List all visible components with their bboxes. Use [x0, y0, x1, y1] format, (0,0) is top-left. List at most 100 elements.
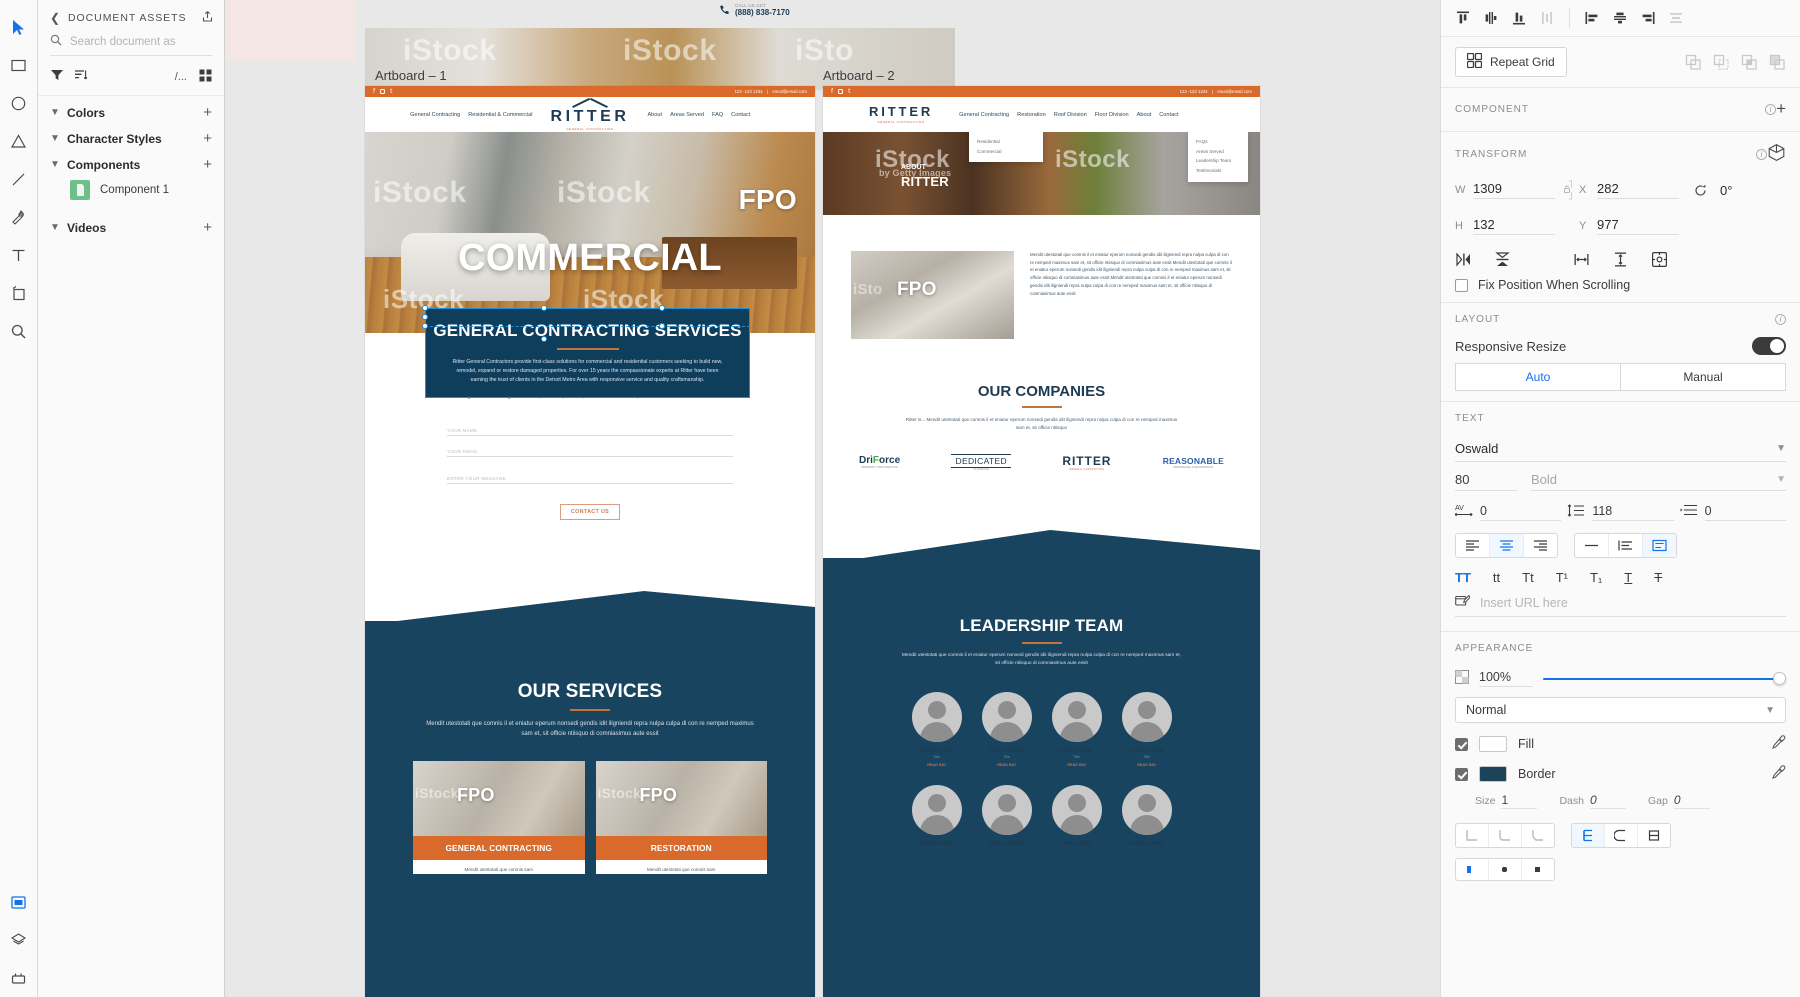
selection-handle[interactable] — [422, 305, 428, 311]
chevron-down-icon[interactable]: ▼ — [50, 107, 60, 118]
asset-group-header[interactable]: ▼ Character Styles + — [50, 131, 212, 146]
your-name-input[interactable]: YOUR NAME — [447, 421, 733, 437]
team-member[interactable]: NAME NAME Title READ BIO — [981, 692, 1032, 767]
letter-spacing-value[interactable]: 0 — [1480, 504, 1562, 521]
team-member[interactable]: NAME NAME Title READ BIO — [1051, 692, 1102, 767]
boolean-exclude-icon[interactable] — [1769, 54, 1786, 71]
instagram-icon[interactable] — [380, 89, 386, 94]
selection-handle[interactable] — [659, 323, 665, 329]
width-value[interactable]: 1309 — [1473, 181, 1555, 199]
nav-link-floor-division[interactable]: Floor Division — [1095, 112, 1129, 118]
round-join-icon[interactable] — [1489, 824, 1522, 847]
nav-link-roof-division[interactable]: Roof Division — [1054, 112, 1087, 118]
underline-icon[interactable]: T — [1624, 570, 1632, 585]
magnifier-icon[interactable] — [0, 312, 38, 350]
align-bottom-icon[interactable] — [1511, 10, 1527, 26]
nav-link-about[interactable]: About — [647, 112, 662, 118]
share-icon[interactable] — [201, 10, 214, 26]
nav-link-contact[interactable]: Contact — [1159, 112, 1178, 118]
repeat-grid-button[interactable]: Repeat Grid — [1455, 47, 1567, 77]
add-component-button[interactable]: + — [1776, 99, 1786, 119]
border-size-field[interactable]: Size 1 — [1475, 793, 1538, 809]
height-field[interactable]: H 132 — [1455, 217, 1555, 235]
border-dash-value[interactable]: 0 — [1589, 793, 1626, 809]
align-top-icon[interactable] — [1455, 10, 1471, 26]
boolean-subtract-icon[interactable] — [1713, 54, 1730, 71]
selection-handle[interactable] — [541, 336, 547, 342]
selected-text-block[interactable]: GENERAL CONTRACTING SERVICES Ritter Gene… — [425, 308, 750, 398]
chevron-down-icon[interactable]: ▼ — [50, 133, 60, 144]
company-logo-driforce[interactable]: DriForce PROPERTY RESTORATION — [859, 455, 900, 469]
dropdown-item-leadership-team[interactable]: Leadership Team — [1196, 156, 1240, 166]
opacity-slider[interactable] — [1543, 671, 1786, 687]
add-video-button[interactable]: + — [203, 220, 212, 235]
align-left-icon[interactable] — [1584, 10, 1600, 26]
boolean-add-icon[interactable] — [1685, 54, 1702, 71]
selection-handle[interactable] — [659, 305, 665, 311]
text-align-center-icon[interactable] — [1490, 534, 1524, 557]
url-input[interactable]: Insert URL here — [1480, 596, 1568, 610]
x-field[interactable]: X 282 — [1579, 181, 1679, 199]
height-value[interactable]: 132 — [1473, 217, 1555, 235]
read-bio-link[interactable]: READ BIO — [982, 763, 1032, 767]
team-member[interactable]: NAME NAME Title READ BIO — [1121, 692, 1172, 767]
3d-transform-icon[interactable] — [1767, 143, 1786, 165]
flip-horizontal-icon[interactable] — [1455, 251, 1472, 268]
subscript-icon[interactable]: T₁ — [1590, 570, 1602, 585]
text-tool[interactable] — [0, 236, 38, 274]
twitter-icon[interactable]: 𝗍 — [848, 89, 850, 95]
triangle-tool[interactable] — [0, 122, 38, 160]
lock-icon[interactable] — [1561, 179, 1573, 201]
resize-mode-manual[interactable]: Manual — [1620, 363, 1786, 391]
plugins-panel-toggle[interactable] — [0, 959, 38, 997]
flip-vertical-icon[interactable] — [1494, 251, 1511, 268]
chevron-down-icon[interactable]: ▼ — [50, 222, 60, 233]
facebook-icon[interactable]: 𝖿 — [831, 89, 833, 95]
distribute-vertical-icon[interactable] — [1539, 10, 1555, 26]
fill-checkbox[interactable] — [1455, 737, 1468, 751]
eyedropper-icon[interactable] — [1771, 735, 1786, 753]
asset-group-header[interactable]: ▼ Components + — [50, 157, 212, 172]
service-card-restoration[interactable]: iStock FPO RESTORATION Mendit utestotati… — [595, 761, 767, 874]
design-canvas[interactable]: CALL US 24/7 (888) 838-7170 iStock iStoc… — [225, 0, 1440, 997]
line-height-field[interactable]: 118 — [1567, 503, 1674, 521]
nav-link-general-contracting[interactable]: General Contracting — [959, 112, 1009, 118]
asset-group-header[interactable]: ▼ Videos + — [50, 220, 212, 235]
artboard-2-label[interactable]: Artboard – 2 — [823, 68, 895, 83]
nav-link-faq[interactable]: FAQ — [712, 112, 723, 118]
paragraph-spacing-value[interactable]: 0 — [1704, 504, 1786, 521]
ellipse-tool[interactable] — [0, 84, 38, 122]
artboard-1-label[interactable]: Artboard – 1 — [375, 68, 447, 83]
blend-mode-select[interactable]: Normal ▼ — [1455, 697, 1786, 723]
fit-height-icon[interactable] — [1612, 251, 1629, 268]
responsive-resize-toggle[interactable] — [1752, 337, 1786, 355]
nav-link-areas-served[interactable]: Areas Served — [670, 112, 704, 118]
border-dash-field[interactable]: Dash 0 — [1559, 793, 1626, 809]
paragraph-spacing-field[interactable]: 0 — [1680, 503, 1786, 521]
line-tool[interactable] — [0, 160, 38, 198]
fit-width-icon[interactable] — [1573, 251, 1590, 268]
letter-spacing-field[interactable]: AV 0 — [1454, 503, 1562, 521]
auto-height-icon[interactable] — [1609, 534, 1643, 557]
site-logo[interactable]: RITTER GENERAL CONTRACTING — [551, 99, 630, 131]
superscript-icon[interactable]: T¹ — [1556, 570, 1568, 585]
distribute-horizontal-icon[interactable] — [1668, 10, 1684, 26]
width-field[interactable]: W 1309 — [1455, 181, 1555, 199]
miter-join-icon[interactable] — [1456, 824, 1489, 847]
dropdown-general-contracting[interactable]: Residential Commercial — [969, 132, 1043, 163]
selection-handle[interactable] — [422, 314, 428, 320]
dropdown-item-commercial[interactable]: Commercial — [977, 147, 1035, 157]
dropdown-item-faqs[interactable]: FAQs — [1196, 137, 1240, 147]
select-tool[interactable] — [0, 8, 38, 46]
team-member[interactable]: NAME NAME — [1121, 785, 1172, 847]
round-cap-icon[interactable] — [1489, 859, 1522, 880]
list-item[interactable]: Component 1 — [50, 172, 212, 204]
twitter-icon[interactable]: 𝗍 — [390, 89, 392, 95]
chevron-down-icon[interactable]: ▼ — [50, 159, 60, 170]
border-gap-value[interactable]: 0 — [1673, 793, 1710, 809]
service-card-general-contracting[interactable]: iStock FPO GENERAL CONTRACTING Mendit ut… — [413, 761, 585, 874]
your-email-input[interactable]: YOUR EMAIL — [447, 442, 733, 458]
align-vertical-center-icon[interactable] — [1483, 10, 1499, 26]
company-logo-dedicated[interactable]: DEDICATED FLOORING — [951, 453, 1012, 471]
lowercase-icon[interactable]: tt — [1493, 570, 1500, 585]
